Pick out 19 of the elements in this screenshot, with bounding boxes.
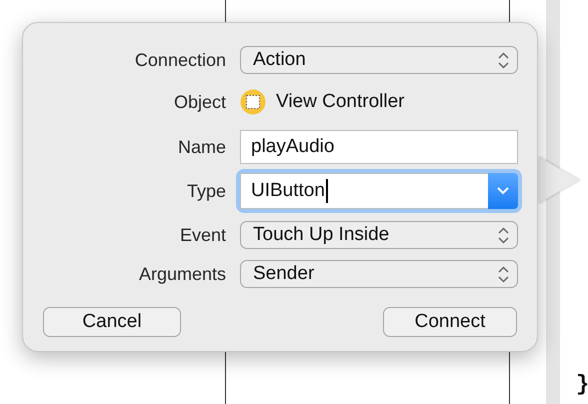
popup-button[interactable]: Touch Up Inside [240, 221, 518, 249]
updown-icon [498, 52, 509, 68]
cancel-button[interactable]: Cancel [43, 307, 181, 337]
field-label: Type [186, 180, 226, 202]
view-controller-icon [240, 89, 266, 115]
updown-icon [498, 226, 509, 244]
field-label: Connection [134, 50, 226, 70]
connect-button[interactable]: Connect [383, 307, 517, 337]
popup-button[interactable]: Action [240, 46, 518, 74]
field-label: Object [174, 92, 226, 112]
chevron-down-icon [497, 187, 509, 195]
updown-icon [498, 266, 509, 282]
code-text: } [576, 372, 588, 397]
popup-button[interactable]: Sender [240, 260, 518, 288]
field-label: Arguments [138, 264, 226, 284]
field-label: Name [178, 136, 226, 158]
object-name: View Controller [276, 91, 404, 113]
field-label: Event [180, 224, 226, 246]
name-field[interactable]: playAudio [240, 130, 518, 164]
